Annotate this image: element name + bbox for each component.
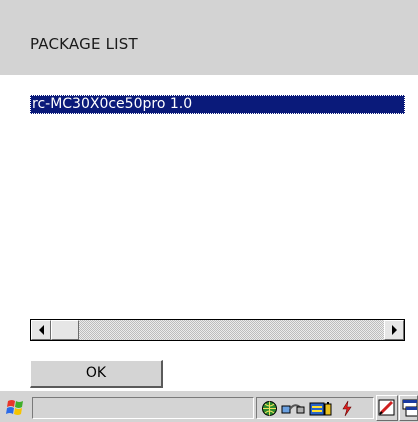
scroll-left-button[interactable] <box>31 320 51 340</box>
start-button[interactable] <box>2 396 30 420</box>
list-item[interactable]: rc-MC30X0ce50pro 1.0 <box>30 95 405 114</box>
page-title: PACKAGE LIST <box>30 35 138 53</box>
title-bar: PACKAGE LIST <box>0 0 418 75</box>
pen-input-icon <box>378 399 395 416</box>
arrow-right-icon <box>391 325 397 335</box>
windows-flag-icon <box>6 400 23 415</box>
network-globe-icon[interactable] <box>261 400 278 417</box>
taskbar-input-panel <box>32 397 254 419</box>
input-panel-button[interactable] <box>376 395 398 421</box>
connection-icon[interactable] <box>281 400 305 417</box>
taskbar <box>0 390 418 422</box>
ok-button[interactable]: OK <box>30 360 163 388</box>
horizontal-scrollbar[interactable] <box>30 319 405 341</box>
arrow-left-icon <box>38 325 44 335</box>
power-icon[interactable] <box>339 400 355 417</box>
scroll-thumb[interactable] <box>51 320 79 340</box>
system-tray <box>256 397 374 419</box>
battery-icon[interactable] <box>309 400 335 417</box>
window-switch-button[interactable] <box>399 395 418 421</box>
package-listbox[interactable]: rc-MC30X0ce50pro 1.0 <box>30 95 405 355</box>
scroll-right-button[interactable] <box>384 320 404 340</box>
window-switch-icon <box>402 399 417 417</box>
